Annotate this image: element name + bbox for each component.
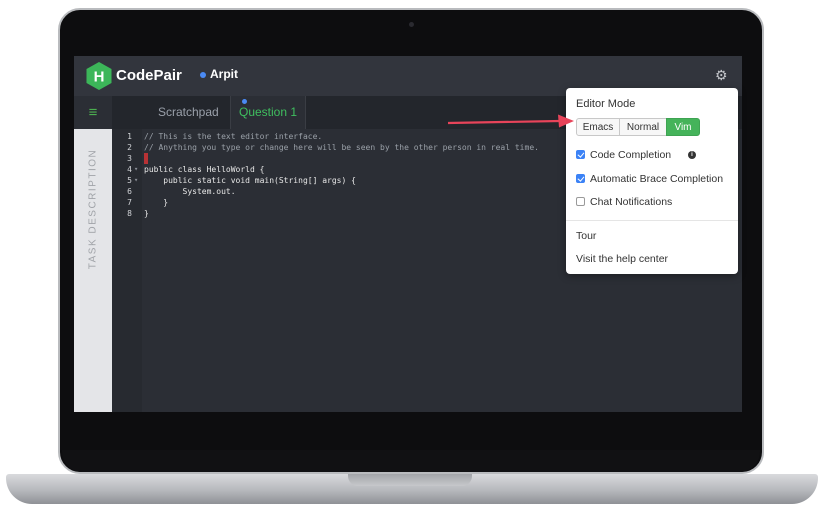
mode-vim-button[interactable]: Vim xyxy=(666,118,700,136)
editor-mode-title: Editor Mode xyxy=(576,98,636,110)
code-line: public static void main(String[] args) { xyxy=(144,176,356,185)
brand-name: CodePair xyxy=(116,67,182,84)
task-description-panel[interactable]: TASK DESCRIPTION xyxy=(74,129,112,412)
hackerrank-logo: H xyxy=(86,62,112,90)
tab-scratchpad[interactable]: Scratchpad xyxy=(150,96,227,129)
webcam xyxy=(409,22,414,27)
option-label: Code Completion xyxy=(590,149,672,161)
user-name: Arpit xyxy=(210,67,238,81)
code-line: // Anything you type or change here will… xyxy=(144,143,539,152)
gear-icon[interactable]: ⚙ xyxy=(715,68,729,82)
code-line: } xyxy=(144,209,149,218)
line-number: 6 xyxy=(127,187,132,196)
code-line: } xyxy=(144,198,169,207)
checkbox-icon[interactable] xyxy=(576,174,585,183)
mode-normal-button[interactable]: Normal xyxy=(619,118,667,136)
checkbox-icon[interactable] xyxy=(576,197,585,206)
user-status-dot xyxy=(200,72,206,78)
fold-arrow-icon[interactable]: ▾ xyxy=(134,175,138,186)
dropdown-divider xyxy=(566,220,738,221)
code-line: System.out. xyxy=(144,187,236,196)
line-number: 5 xyxy=(127,176,132,185)
tab-activity-dot xyxy=(242,99,247,104)
code-line: // This is the text editor interface. xyxy=(144,132,323,141)
task-description-label: TASK DESCRIPTION xyxy=(87,148,99,270)
mode-emacs-button[interactable]: Emacs xyxy=(576,118,620,136)
laptop-notch xyxy=(348,474,472,486)
help-center-link[interactable]: Visit the help center xyxy=(576,253,668,265)
fold-arrow-icon[interactable]: ▾ xyxy=(134,164,138,175)
info-icon[interactable]: i xyxy=(688,151,696,159)
line-number: 1 xyxy=(127,132,132,141)
line-number: 4 xyxy=(127,165,132,174)
checkbox-icon[interactable] xyxy=(576,150,585,159)
laptop-bezel-bottom xyxy=(62,450,760,472)
line-number: 3 xyxy=(127,154,132,163)
code-line: public class HelloWorld { xyxy=(144,165,265,174)
option-label: Chat Notifications xyxy=(590,196,673,208)
tour-link[interactable]: Tour xyxy=(576,230,596,242)
editor-settings-dropdown: Editor Mode Emacs Normal Vim Code Comple… xyxy=(566,88,738,274)
svg-text:H: H xyxy=(94,69,105,86)
line-number: 2 xyxy=(127,143,132,152)
line-number: 7 xyxy=(127,198,132,207)
option-label: Automatic Brace Completion xyxy=(590,173,724,185)
hamburger-menu-icon[interactable]: ≡ xyxy=(74,96,112,129)
line-number: 8 xyxy=(127,209,132,218)
text-cursor xyxy=(144,153,148,164)
line-gutter: 1 2 3 4 ▾ 5 ▾ 6 7 8 xyxy=(112,129,142,412)
